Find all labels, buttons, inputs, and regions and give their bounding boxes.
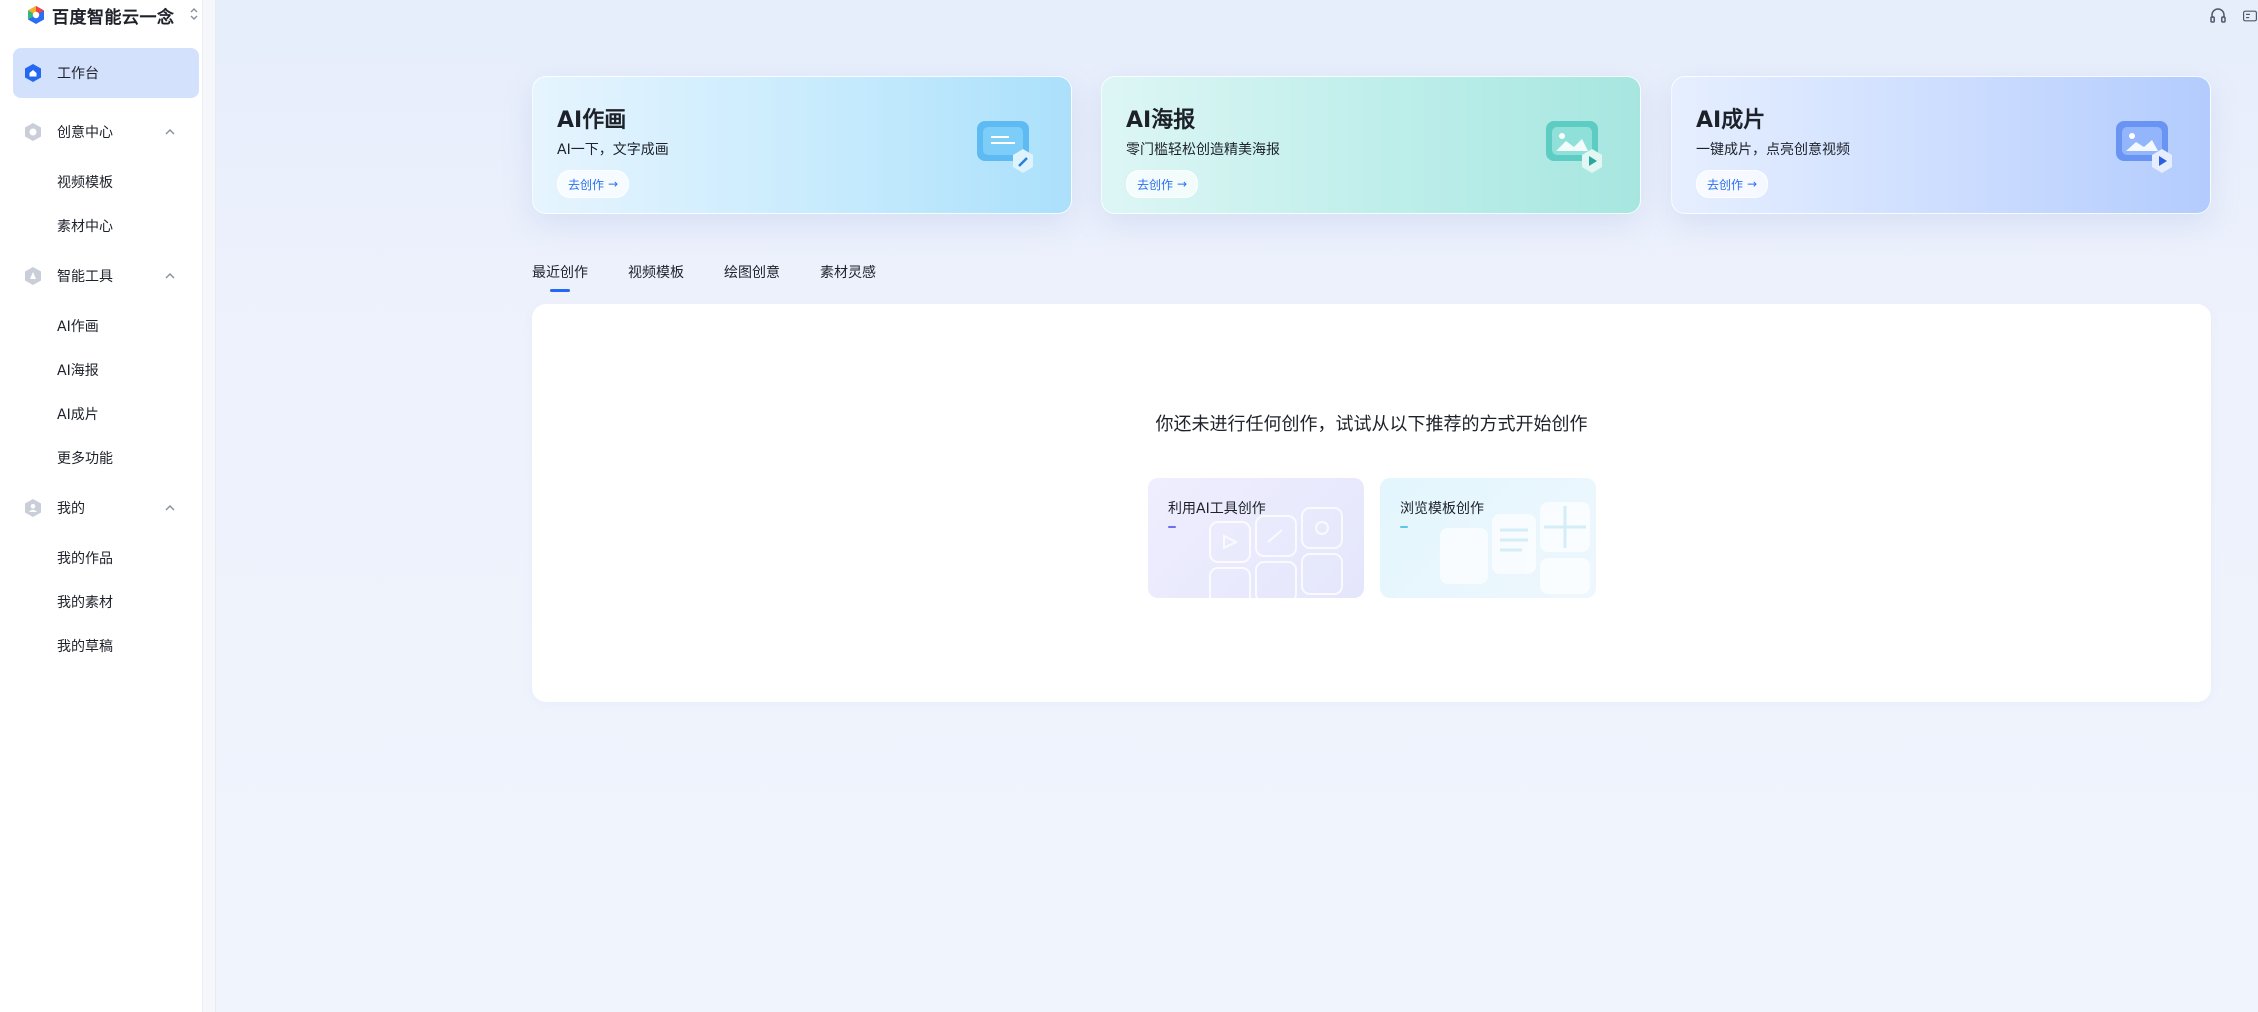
card-desc: 零门槛轻松创造精美海报 <box>1126 142 1280 158</box>
sidebar-item-ai-poster[interactable]: AI海报 <box>0 348 202 392</box>
sidebar-group-mine[interactable]: 我的 <box>0 480 202 536</box>
tab-drawing-ideas[interactable]: 绘图创意 <box>724 262 780 292</box>
sidebar-item-my-works[interactable]: 我的作品 <box>0 536 202 580</box>
sidebar-item-ai-video[interactable]: AI成片 <box>0 392 202 436</box>
sidebar-group-label: 创意中心 <box>57 125 113 141</box>
templates-pattern-icon <box>1440 502 1590 594</box>
sidebar-item-label: 工作台 <box>57 66 99 82</box>
sidebar-group-smart-tools[interactable]: 智能工具 <box>0 248 202 304</box>
content-tabs: 最近创作 视频模板 绘图创意 素材灵感 <box>532 262 876 292</box>
workspace-switch-icon[interactable] <box>189 7 199 24</box>
go-create-button[interactable]: 去创作 → <box>557 170 630 198</box>
creative-center-icon <box>25 123 41 141</box>
sidebar-item-my-materials[interactable]: 我的素材 <box>0 580 202 624</box>
sidebar-item-my-drafts[interactable]: 我的草稿 <box>0 624 202 668</box>
brand-name: 百度智能云一念 <box>52 7 175 28</box>
workbench-icon <box>25 64 41 82</box>
button-label: 去创作 <box>1707 177 1744 192</box>
image-edit-icon <box>977 121 1033 173</box>
sidebar-item-workbench[interactable]: 工作台 <box>13 48 199 98</box>
ai-tools-pattern-icon <box>1209 507 1343 598</box>
feature-card-ai-draw[interactable]: AI作画 AI一下，文字成画 去创作 → <box>532 76 1072 214</box>
video-icon <box>2116 121 2172 173</box>
sidebar-group-label: 我的 <box>57 501 85 517</box>
empty-state-message: 你还未进行任何创作，试试从以下推荐的方式开始创作 <box>1155 414 1588 435</box>
button-label: 去创作 <box>1137 177 1174 192</box>
suggestion-accent <box>1168 526 1176 528</box>
go-create-button[interactable]: 去创作 → <box>1696 170 1769 198</box>
sidebar-item-material-center[interactable]: 素材中心 <box>0 204 202 248</box>
sidebar-item-ai-draw[interactable]: AI作画 <box>0 304 202 348</box>
arrow-right-icon: → <box>1747 177 1758 191</box>
header-actions <box>2208 6 2258 26</box>
sidebar-nav: 工作台 创意中心 视频模板 素材中心 智能工具 AI作画 AI海报 AI成片 更… <box>0 48 202 668</box>
button-label: 去创作 <box>568 177 605 192</box>
tab-recent-creations[interactable]: 最近创作 <box>532 262 588 292</box>
suggestion-label: 浏览模板创作 <box>1400 501 1484 517</box>
card-title: AI成片 <box>1696 108 1766 133</box>
poster-icon <box>1546 121 1602 173</box>
tab-material-inspiration[interactable]: 素材灵感 <box>820 262 876 292</box>
support-icon[interactable] <box>2208 6 2228 26</box>
card-desc: 一键成片，点亮创意视频 <box>1696 142 1850 158</box>
card-title: AI海报 <box>1126 108 1196 133</box>
go-create-button[interactable]: 去创作 → <box>1126 170 1199 198</box>
chevron-up-icon[interactable] <box>164 502 176 514</box>
arrow-right-icon: → <box>608 177 619 191</box>
account-card-icon[interactable] <box>2242 6 2258 26</box>
chevron-up-icon[interactable] <box>164 126 176 138</box>
suggestion-ai-tools[interactable]: 利用AI工具创作 <box>1148 478 1364 598</box>
chevron-up-icon[interactable] <box>164 270 176 282</box>
feature-card-ai-video[interactable]: AI成片 一键成片，点亮创意视频 去创作 → <box>1671 76 2211 214</box>
sidebar-item-video-templates[interactable]: 视频模板 <box>0 160 202 204</box>
sidebar-divider <box>203 0 216 1012</box>
arrow-right-icon: → <box>1177 177 1188 191</box>
card-title: AI作画 <box>557 108 627 133</box>
brand[interactable]: 百度智能云一念 <box>26 0 199 30</box>
brand-logo-icon <box>28 6 44 24</box>
smart-tools-icon <box>25 267 41 285</box>
suggestion-browse-templates[interactable]: 浏览模板创作 <box>1380 478 1596 598</box>
sidebar-group-creative-center[interactable]: 创意中心 <box>0 104 202 160</box>
recent-creations-panel: 你还未进行任何创作，试试从以下推荐的方式开始创作 利用AI工具创作 浏览模板创作 <box>532 304 2211 702</box>
user-icon <box>25 499 41 517</box>
suggestion-accent <box>1400 526 1408 528</box>
sidebar: 百度智能云一念 工作台 创意中心 视频模板 素材中心 智能工具 AI作画 AI海… <box>0 0 203 1012</box>
card-desc: AI一下，文字成画 <box>557 142 669 158</box>
tab-video-templates[interactable]: 视频模板 <box>628 262 684 292</box>
suggestion-label: 利用AI工具创作 <box>1168 501 1266 517</box>
sidebar-group-label: 智能工具 <box>57 269 113 285</box>
sidebar-item-more-features[interactable]: 更多功能 <box>0 436 202 480</box>
feature-card-ai-poster[interactable]: AI海报 零门槛轻松创造精美海报 去创作 → <box>1101 76 1641 214</box>
